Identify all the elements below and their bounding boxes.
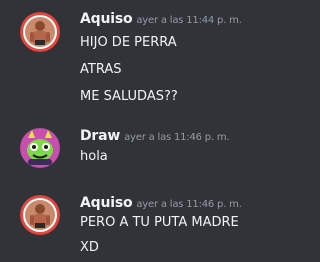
message-line: HIJO DE PERRA [80,35,177,50]
user-avatar[interactable] [20,195,60,235]
avatar-photo-icon [20,12,60,52]
chat-messages: Aquiso ayer a las 11:44 p. m. HIJO DE PER… [0,0,277,262]
message-line: XD [80,240,99,255]
username[interactable]: Draw [80,128,120,144]
avatar-photo-icon [20,195,60,235]
message-line: ATRAS [80,62,122,77]
username[interactable]: Aquiso [80,11,133,27]
avatar-monster-icon [20,128,60,168]
message-line: PERO A TU PUTA MADRE [80,215,239,230]
timestamp[interactable]: ayer a las 11:46 p. m. [136,199,242,210]
username[interactable]: Aquiso [80,195,133,211]
user-avatar[interactable] [20,128,60,168]
message-line: ME SALUDAS?? [80,89,178,104]
message-header: Aquiso ayer a las 11:46 p. m. [80,192,242,212]
user-avatar[interactable] [20,12,60,52]
message-header: Draw ayer a las 11:46 p. m. [80,125,230,145]
message-line: hola [80,149,108,164]
timestamp[interactable]: ayer a las 11:44 p. m. [136,15,242,26]
timestamp[interactable]: ayer a las 11:46 p. m. [124,132,230,143]
message-header: Aquiso ayer a las 11:44 p. m. [80,8,242,28]
